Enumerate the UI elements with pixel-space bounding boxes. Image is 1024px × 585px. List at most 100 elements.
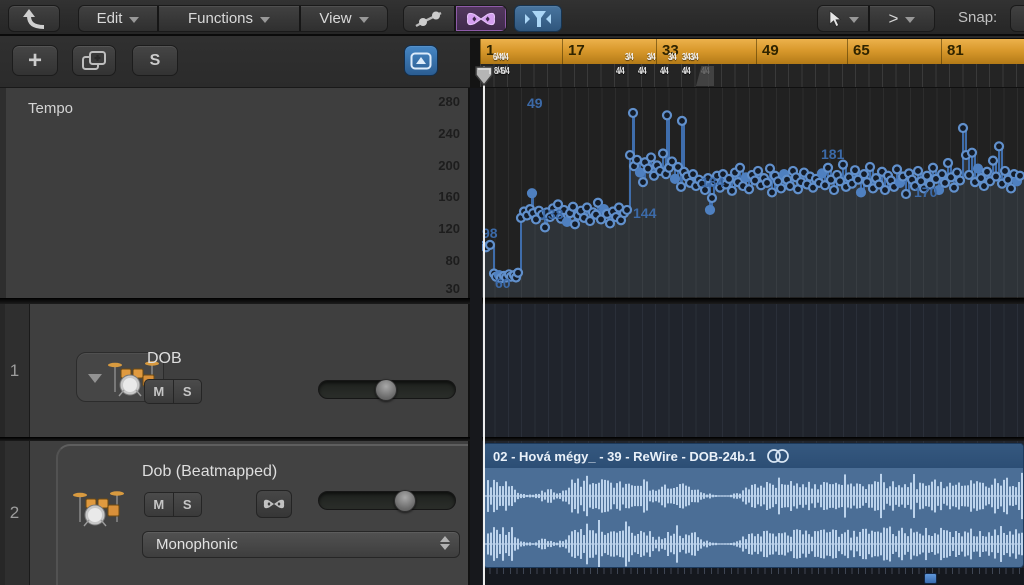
tempo-point[interactable] xyxy=(938,170,946,178)
audio-region[interactable]: 02 - Hová mégy_ - 39 - ReWire - DOB-24b.… xyxy=(483,443,1024,568)
tempo-point[interactable] xyxy=(571,220,579,228)
tempo-point[interactable] xyxy=(989,157,997,165)
tempo-point[interactable] xyxy=(541,223,549,231)
time-signature-marker[interactable]: 3/4 xyxy=(690,52,698,63)
time-signature-marker[interactable]: 3/4 xyxy=(647,52,655,63)
tempo-curve-area[interactable]: 499860138144184181170 xyxy=(470,88,1024,300)
secondary-tool-button[interactable]: > xyxy=(870,6,934,31)
tempo-point[interactable] xyxy=(1007,184,1015,192)
menu-view[interactable]: View xyxy=(301,6,387,31)
flex-mode-dropdown[interactable]: Monophonic xyxy=(142,531,460,558)
tempo-point[interactable] xyxy=(959,124,967,132)
tempo-point[interactable] xyxy=(992,173,1000,181)
tempo-point[interactable] xyxy=(659,149,667,157)
tempo-point[interactable] xyxy=(914,167,922,175)
sub-ruler[interactable]: 8/46/44/44/44/44/44/4 xyxy=(480,64,1024,88)
close-global-tracks-button[interactable] xyxy=(404,45,438,76)
tempo-point[interactable] xyxy=(950,184,958,192)
tempo-point[interactable] xyxy=(1001,167,1009,175)
tempo-point[interactable] xyxy=(754,167,762,175)
tempo-point[interactable] xyxy=(983,168,991,176)
audio-region-header[interactable]: 02 - Hová mégy_ - 39 - ReWire - DOB-24b.… xyxy=(484,444,1023,468)
tempo-point[interactable] xyxy=(563,218,571,226)
tempo-point[interactable] xyxy=(1016,172,1024,180)
track-1-name[interactable]: DOB xyxy=(147,350,182,368)
time-signature-marker[interactable]: 3/4 xyxy=(682,52,690,63)
tempo-point[interactable] xyxy=(777,184,785,192)
tempo-point[interactable] xyxy=(968,149,976,157)
waveform-display[interactable] xyxy=(484,468,1023,568)
track-2-volume-slider[interactable] xyxy=(318,491,456,510)
tempo-point[interactable] xyxy=(629,109,637,117)
tempo-point[interactable] xyxy=(636,169,644,177)
time-signature-marker[interactable]: 3/4 xyxy=(625,52,633,63)
automation-curve-button[interactable] xyxy=(404,6,454,31)
disclosure-triangle-icon[interactable] xyxy=(88,374,102,383)
tempo-point[interactable] xyxy=(923,172,931,180)
time-signature-marker[interactable]: 4/4 xyxy=(616,66,624,77)
solo-tempo-button[interactable]: S xyxy=(132,45,178,76)
tempo-point[interactable] xyxy=(528,189,536,197)
track-1-lane[interactable] xyxy=(470,304,1024,437)
tempo-point[interactable] xyxy=(995,142,1003,150)
tempo-point[interactable] xyxy=(768,188,776,196)
track-2-name[interactable]: Dob (Beatmapped) xyxy=(142,463,277,481)
tempo-point[interactable] xyxy=(830,186,838,194)
pointer-tool-button[interactable] xyxy=(818,6,868,31)
tempo-point[interactable] xyxy=(678,117,686,125)
tempo-point[interactable] xyxy=(881,186,889,194)
time-signature-marker[interactable]: 6/4 xyxy=(501,66,509,77)
tempo-point[interactable] xyxy=(902,190,910,198)
tempo-point[interactable] xyxy=(893,165,901,173)
tempo-point[interactable] xyxy=(677,183,685,191)
tempo-point[interactable] xyxy=(671,175,679,183)
playhead-marker[interactable] xyxy=(474,65,494,87)
beat-marker[interactable] xyxy=(924,573,937,584)
solo-button[interactable]: S xyxy=(173,493,202,516)
track-2-header[interactable]: Dob (Beatmapped) M S Monophonic xyxy=(30,441,470,585)
track-1-header[interactable]: DOB M S xyxy=(30,304,470,437)
playhead-line[interactable] xyxy=(483,66,485,585)
mute-button[interactable]: M xyxy=(145,380,173,403)
tempo-point[interactable] xyxy=(866,163,874,171)
tempo-point[interactable] xyxy=(929,164,937,172)
volume-knob[interactable] xyxy=(375,379,397,401)
tempo-point[interactable] xyxy=(944,159,952,167)
tempo-point[interactable] xyxy=(486,241,494,249)
tempo-point[interactable] xyxy=(706,206,714,214)
tempo-point[interactable] xyxy=(633,156,641,164)
menu-functions[interactable]: Functions xyxy=(159,6,299,31)
tempo-point[interactable] xyxy=(786,182,794,190)
catch-playhead-button[interactable] xyxy=(514,5,562,32)
tempo-point[interactable] xyxy=(965,171,973,179)
volume-knob[interactable] xyxy=(394,490,416,512)
tempo-point[interactable] xyxy=(974,165,982,173)
tempo-point[interactable] xyxy=(851,166,859,174)
time-signature-marker[interactable]: 4/4 xyxy=(638,66,646,77)
tempo-point[interactable] xyxy=(736,164,744,172)
time-signature-marker[interactable]: 4/4 xyxy=(500,52,508,63)
bar-ruler[interactable]: 117334965816/44/43/43/43/43/43/4 xyxy=(480,38,1024,64)
tempo-point[interactable] xyxy=(857,188,865,196)
solo-button[interactable]: S xyxy=(173,380,202,403)
tempo-point[interactable] xyxy=(745,185,753,193)
time-signature-marker[interactable]: 3/4 xyxy=(668,52,676,63)
track-flex-button[interactable] xyxy=(256,490,292,518)
time-signature-marker[interactable]: 4/4 xyxy=(660,66,668,77)
menu-edit[interactable]: Edit xyxy=(79,6,157,31)
snap-dropdown[interactable] xyxy=(1010,5,1024,32)
tempo-point[interactable] xyxy=(514,269,522,277)
tempo-point[interactable] xyxy=(644,165,652,173)
show-flex-button[interactable] xyxy=(456,6,506,31)
tempo-point[interactable] xyxy=(763,179,771,187)
tempo-point[interactable] xyxy=(860,170,868,178)
tempo-point[interactable] xyxy=(824,164,832,172)
tempo-point[interactable] xyxy=(647,153,655,161)
back-parent-button[interactable] xyxy=(8,5,60,32)
tempo-point[interactable] xyxy=(728,187,736,195)
tempo-point[interactable] xyxy=(663,111,671,119)
tempo-point[interactable] xyxy=(639,178,647,186)
mute-button[interactable]: M xyxy=(145,493,173,516)
tempo-point[interactable] xyxy=(956,177,964,185)
duplicate-set-button[interactable] xyxy=(72,45,116,76)
